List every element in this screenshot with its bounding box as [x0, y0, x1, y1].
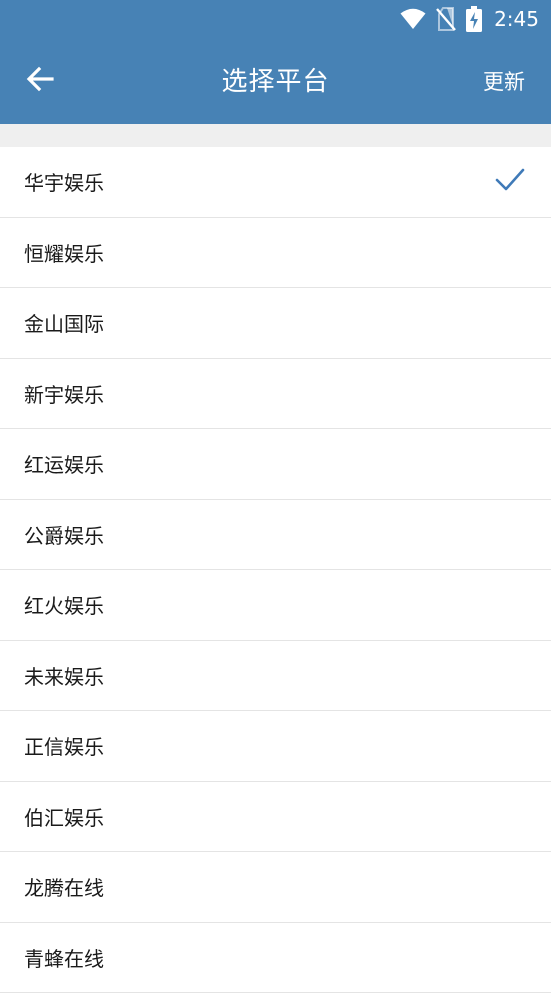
list-item[interactable]: 公爵娱乐	[0, 500, 551, 571]
list-item-label: 未来娱乐	[24, 661, 104, 690]
status-icons: 2:45	[400, 6, 539, 32]
list-item[interactable]: 伯汇娱乐	[0, 782, 551, 853]
battery-charging-icon	[466, 6, 482, 32]
platform-list: 华宇娱乐 恒耀娱乐 金山国际 新宇娱乐 红运娱乐 公爵娱乐 红火娱乐 未来娱乐 …	[0, 147, 551, 993]
page-title: 选择平台	[0, 62, 551, 102]
list-item[interactable]: 青蜂在线	[0, 923, 551, 993]
status-time: 2:45	[494, 6, 539, 32]
list-item-label: 红火娱乐	[24, 590, 104, 619]
toolbar: 选择平台 更新	[0, 38, 551, 124]
list-item-label: 青蜂在线	[24, 943, 104, 972]
checkmark-icon	[495, 168, 525, 196]
no-sim-icon	[436, 7, 456, 31]
list-item-label: 正信娱乐	[24, 731, 104, 760]
list-item-label: 伯汇娱乐	[24, 802, 104, 831]
list-item-label: 龙腾在线	[24, 872, 104, 901]
refresh-button[interactable]: 更新	[483, 65, 525, 99]
list-item[interactable]: 红火娱乐	[0, 570, 551, 641]
list-item-label: 公爵娱乐	[24, 520, 104, 549]
status-bar: 2:45	[0, 0, 551, 38]
list-item[interactable]: 未来娱乐	[0, 641, 551, 712]
list-item[interactable]: 正信娱乐	[0, 711, 551, 782]
list-item-label: 金山国际	[24, 308, 104, 337]
list-item[interactable]: 恒耀娱乐	[0, 218, 551, 289]
list-item-label: 恒耀娱乐	[24, 238, 104, 267]
list-item-label: 新宇娱乐	[24, 379, 104, 408]
list-item-label: 华宇娱乐	[24, 167, 104, 196]
wifi-icon	[400, 8, 426, 30]
list-item-label: 红运娱乐	[24, 449, 104, 478]
list-top-spacer	[0, 124, 551, 147]
list-item[interactable]: 华宇娱乐	[0, 147, 551, 218]
list-item[interactable]: 金山国际	[0, 288, 551, 359]
app-bar: 2:45 选择平台 更新	[0, 0, 551, 124]
list-item[interactable]: 新宇娱乐	[0, 359, 551, 430]
list-item[interactable]: 龙腾在线	[0, 852, 551, 923]
list-item[interactable]: 红运娱乐	[0, 429, 551, 500]
